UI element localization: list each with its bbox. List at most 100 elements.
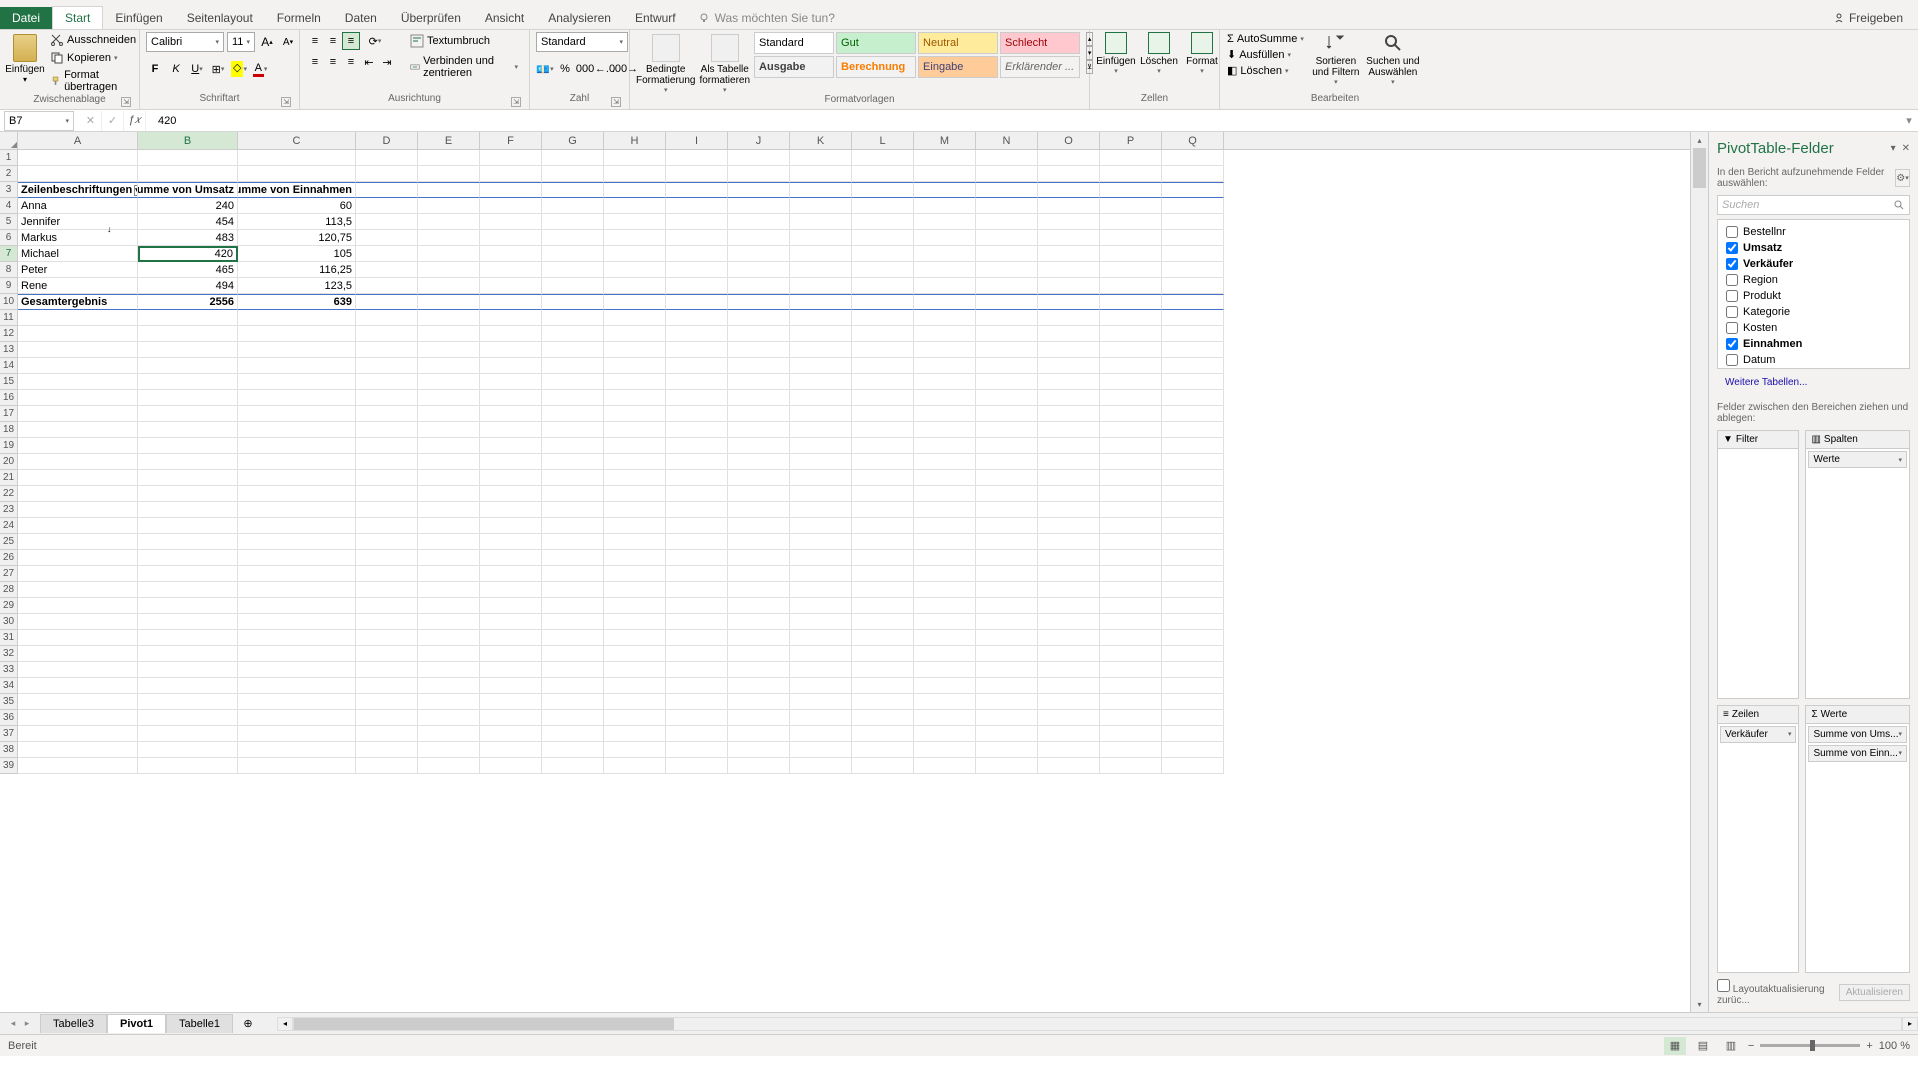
cell[interactable] (666, 230, 728, 246)
cell[interactable] (976, 342, 1038, 358)
drop-item[interactable]: Werte▾ (1808, 451, 1907, 468)
cell[interactable] (356, 150, 418, 166)
cell[interactable] (790, 582, 852, 598)
column-header[interactable]: H (604, 132, 666, 149)
field-checkbox[interactable] (1726, 226, 1738, 238)
cell[interactable] (238, 166, 356, 182)
cell[interactable] (976, 214, 1038, 230)
cell[interactable] (790, 614, 852, 630)
cell[interactable] (1100, 310, 1162, 326)
cell[interactable] (418, 166, 480, 182)
cell[interactable] (238, 710, 356, 726)
zoom-in-button[interactable]: + (1866, 1040, 1872, 1052)
cell[interactable] (728, 662, 790, 678)
scroll-up-button[interactable]: ▴ (1691, 132, 1708, 148)
cell[interactable] (1100, 614, 1162, 630)
cell[interactable] (356, 406, 418, 422)
cell[interactable] (1038, 150, 1100, 166)
cell[interactable] (1100, 678, 1162, 694)
cell[interactable] (1162, 326, 1224, 342)
row-header[interactable]: 31 (0, 630, 18, 646)
cell[interactable] (604, 518, 666, 534)
style-berechnung[interactable]: Berechnung (836, 56, 916, 78)
cell[interactable] (728, 646, 790, 662)
cell[interactable] (976, 726, 1038, 742)
cell[interactable] (1100, 406, 1162, 422)
cell[interactable] (18, 438, 138, 454)
decrease-indent-button[interactable]: ⇤ (360, 53, 378, 71)
cell[interactable] (728, 726, 790, 742)
cell[interactable] (666, 422, 728, 438)
cell[interactable] (542, 406, 604, 422)
cell[interactable] (914, 390, 976, 406)
cell[interactable] (666, 390, 728, 406)
cell[interactable] (238, 534, 356, 550)
cell[interactable] (852, 374, 914, 390)
cell[interactable] (728, 678, 790, 694)
column-header[interactable]: P (1100, 132, 1162, 149)
row-header[interactable]: 3 (0, 182, 18, 198)
cell[interactable] (666, 518, 728, 534)
zoom-level[interactable]: 100 % (1879, 1040, 1910, 1052)
cell[interactable] (728, 486, 790, 502)
underline-button[interactable]: U▾ (188, 60, 206, 78)
cell[interactable] (1100, 358, 1162, 374)
cell[interactable] (1038, 726, 1100, 742)
cell[interactable] (1100, 454, 1162, 470)
cell[interactable] (418, 710, 480, 726)
cell[interactable] (666, 262, 728, 278)
cell[interactable] (1038, 758, 1100, 774)
tab-seitenlayout[interactable]: Seitenlayout (175, 7, 265, 29)
field-checkbox[interactable] (1726, 258, 1738, 270)
cell[interactable] (356, 182, 418, 198)
cell[interactable] (852, 662, 914, 678)
cell[interactable] (356, 470, 418, 486)
cell[interactable] (1100, 662, 1162, 678)
cell[interactable] (542, 758, 604, 774)
cell[interactable] (666, 678, 728, 694)
row-header[interactable]: 28 (0, 582, 18, 598)
wrap-text-button[interactable]: Textumbruch (405, 32, 523, 50)
cell[interactable] (1162, 454, 1224, 470)
row-header[interactable]: 20 (0, 454, 18, 470)
cell[interactable] (728, 230, 790, 246)
delete-cells-button[interactable]: Löschen▾ (1139, 32, 1179, 75)
cell[interactable] (852, 406, 914, 422)
cell[interactable] (666, 406, 728, 422)
cell[interactable] (1038, 486, 1100, 502)
cell[interactable] (790, 598, 852, 614)
row-header[interactable]: 8 (0, 262, 18, 278)
cell[interactable] (138, 646, 238, 662)
cell[interactable] (976, 694, 1038, 710)
find-select-button[interactable]: Suchen und Auswählen▾ (1366, 32, 1420, 86)
cell[interactable]: Markus (18, 230, 138, 246)
cell[interactable] (1038, 454, 1100, 470)
cell[interactable] (1162, 534, 1224, 550)
cell[interactable] (542, 342, 604, 358)
cell[interactable] (1100, 150, 1162, 166)
cell[interactable] (604, 214, 666, 230)
cell[interactable] (238, 758, 356, 774)
cell[interactable] (138, 422, 238, 438)
cell[interactable] (852, 230, 914, 246)
cell[interactable] (976, 486, 1038, 502)
cell[interactable] (542, 518, 604, 534)
cell[interactable] (1100, 182, 1162, 198)
cell[interactable]: Rene (18, 278, 138, 294)
cell[interactable] (1038, 246, 1100, 262)
cell[interactable] (976, 454, 1038, 470)
cell[interactable] (1162, 470, 1224, 486)
row-header[interactable]: 24 (0, 518, 18, 534)
cell[interactable] (238, 662, 356, 678)
tab-daten[interactable]: Daten (333, 7, 389, 29)
row-header[interactable]: 32 (0, 646, 18, 662)
cell[interactable] (356, 518, 418, 534)
cell[interactable] (604, 694, 666, 710)
cell[interactable] (914, 614, 976, 630)
cell[interactable] (138, 310, 238, 326)
field-item[interactable]: Bestellnr (1726, 224, 1901, 240)
cell[interactable] (1038, 166, 1100, 182)
cell[interactable] (542, 550, 604, 566)
cell[interactable] (604, 630, 666, 646)
defer-layout-checkbox[interactable]: Layoutaktualisierung zurüc... (1717, 979, 1839, 1006)
